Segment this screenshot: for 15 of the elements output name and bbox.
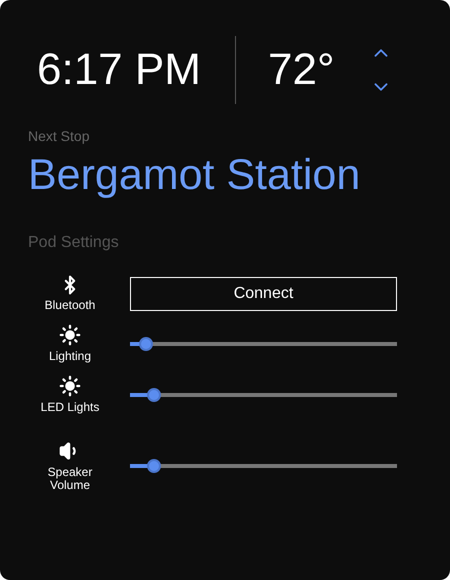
setting-label: Bluetooth [44, 299, 96, 312]
setting-label: Speaker Volume [46, 466, 94, 492]
sun-icon [59, 324, 81, 346]
section-title: Pod Settings [28, 233, 120, 253]
setting-label: LED Lights [40, 401, 100, 414]
slider[interactable] [130, 336, 397, 352]
next-stop-label: Next Stop [28, 127, 90, 146]
sun-icon [59, 375, 81, 397]
setting-label: Lighting [48, 350, 92, 363]
connect-button[interactable]: Connect [130, 276, 397, 310]
time: 6:17 PM [37, 44, 202, 96]
slider[interactable] [130, 458, 397, 474]
temperature: 72° [268, 44, 336, 96]
slider[interactable] [130, 386, 397, 402]
next-stop-name: Bergamot Station [28, 150, 362, 201]
